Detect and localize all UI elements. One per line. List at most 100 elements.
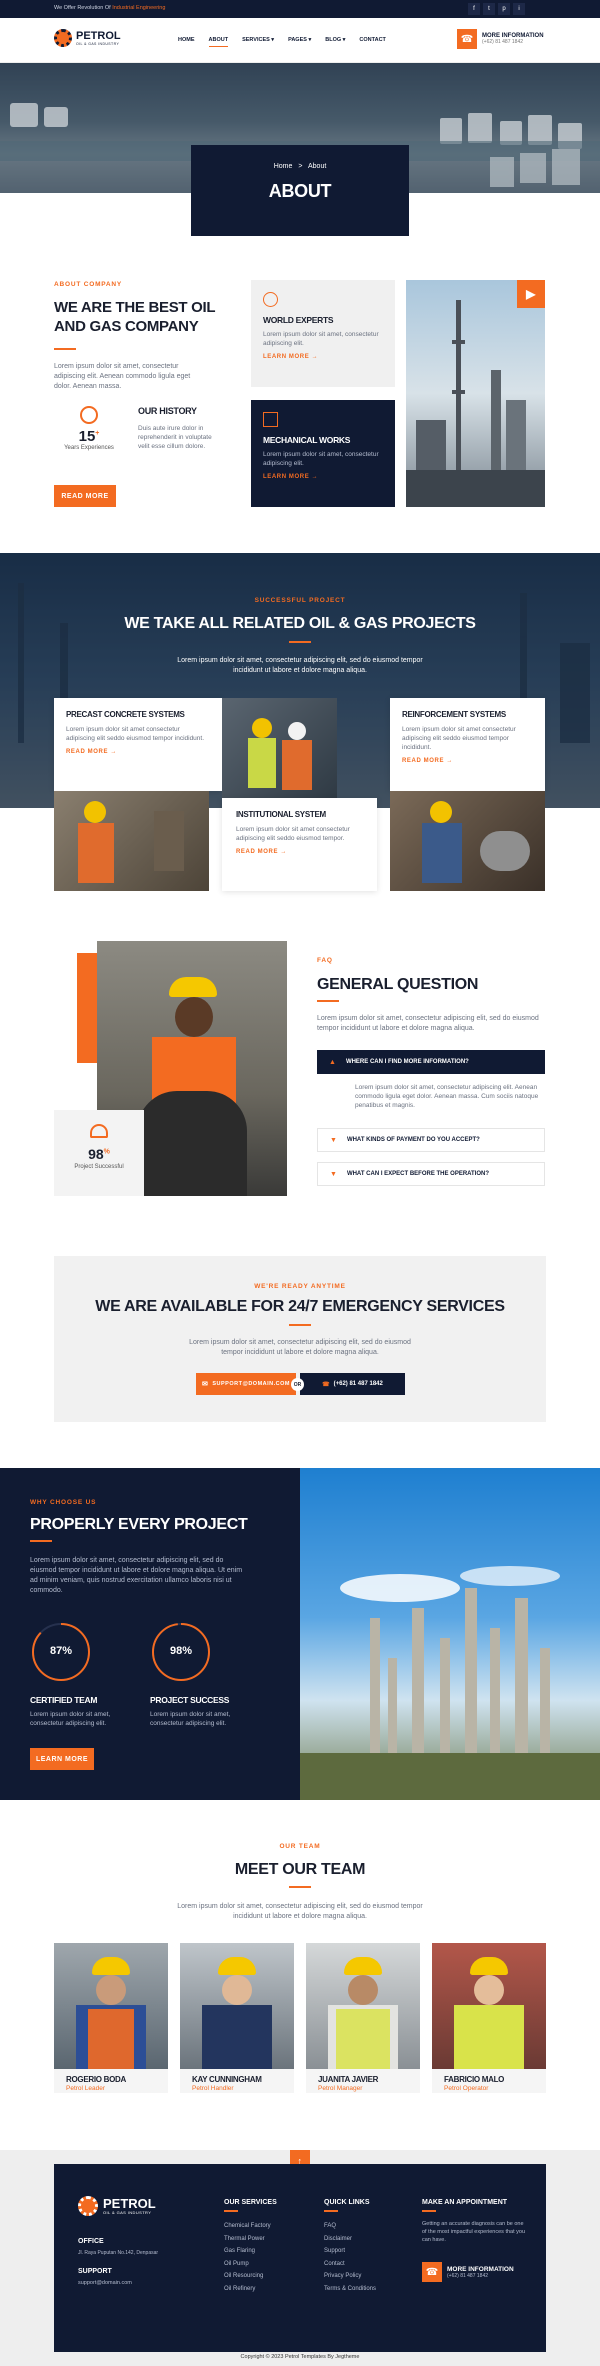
nav-blog[interactable]: BLOG ▾: [325, 37, 345, 47]
footer-info[interactable]: ☎ MORE INFORMATION (+62) 81 487 1842: [422, 2262, 514, 2282]
project-success-title: PROJECT SUCCESS: [150, 1695, 230, 1705]
header: PETROL OIL & GAS INDUSTRY HOME ABOUT SER…: [0, 18, 600, 63]
nav-contact[interactable]: CONTACT: [359, 37, 385, 47]
member-role: Petrol Manager: [318, 2085, 363, 2092]
copyright: Copyright © 2023 Petrol Templates By Jeg…: [240, 2354, 360, 2360]
footer-appointment-text: Getting an accurate diagnosis can be one…: [422, 2221, 526, 2243]
breadcrumb-home[interactable]: Home: [274, 163, 293, 170]
helmet-icon: [90, 1124, 108, 1138]
about-read-more-button[interactable]: READ MORE: [54, 485, 116, 507]
nav-about[interactable]: ABOUT: [208, 37, 229, 47]
faq-text: Lorem ipsum dolor sit amet, consectetur …: [317, 1015, 539, 1032]
footer-quick-link[interactable]: Disclaimer: [324, 2233, 376, 2246]
precast-read-more[interactable]: READ MORE →: [66, 749, 210, 755]
about-tag: ABOUT COMPANY: [54, 281, 123, 288]
footer-support-email[interactable]: support@domain.com: [78, 2280, 132, 2286]
welcome-text: We Offer Revolution Of Industrial Engine…: [54, 5, 166, 11]
top-bar: We Offer Revolution Of Industrial Engine…: [0, 0, 600, 18]
globe-icon: [263, 292, 278, 307]
team-title: MEET OUR TEAM: [234, 1861, 366, 1878]
header-info[interactable]: ☎ MORE INFORMATION (+62) 81 487 1842: [457, 29, 544, 49]
about-title: WE ARE THE BEST OIL AND GAS COMPANY: [54, 299, 215, 335]
history-title: OUR HISTORY: [138, 406, 197, 416]
phone-button[interactable]: ☎ (+62) 81 487 1842: [300, 1373, 405, 1395]
why-learn-more-button[interactable]: LEARN MORE: [30, 1748, 94, 1770]
phone-icon: ☎: [322, 1381, 330, 1388]
twitter-icon[interactable]: t: [483, 3, 495, 15]
member-role: Petrol Operator: [444, 2085, 489, 2092]
member-role: Petrol Handler: [192, 2085, 234, 2092]
phone-icon: ☎: [457, 29, 477, 49]
faq-question-1[interactable]: ▲ WHERE CAN I FIND MORE INFORMATION?: [317, 1050, 545, 1074]
mechanical-works-card: MECHANICAL WORKS Lorem ipsum dolor sit a…: [251, 400, 395, 507]
footer-service-link[interactable]: Chemical Factory: [224, 2220, 271, 2233]
certified-team-text: Lorem ipsum dolor sit amet, consectetur …: [30, 1711, 111, 1727]
logo[interactable]: PETROL OIL & GAS INDUSTRY: [54, 29, 121, 47]
footer-service-link[interactable]: Gas Flaring: [224, 2245, 271, 2258]
footer: PETROL OIL & GAS INDUSTRY OFFICE Jl. Ray…: [54, 2164, 546, 2352]
faq-title: GENERAL QUESTION: [317, 976, 479, 993]
team-member-card[interactable]: ROGERIO BODA Petrol Leader: [54, 1943, 168, 2093]
faq-tag: FAQ: [317, 957, 333, 964]
mail-icon: ✉: [202, 1381, 209, 1388]
faq-question-2[interactable]: ▼ WHAT KINDS OF PAYMENT DO YOU ACCEPT?: [317, 1128, 545, 1152]
gear-logo-icon: [78, 2196, 98, 2216]
project-success-text: Lorem ipsum dolor sit amet, consectetur …: [150, 1711, 231, 1727]
footer-links-list: FAQ Disclaimer Support Contact Privacy P…: [324, 2220, 376, 2295]
phone-icon: ☎: [422, 2262, 442, 2282]
nav-pages[interactable]: PAGES ▾: [288, 37, 311, 47]
project-card-precast: PRECAST CONCRETE SYSTEMS Lorem ipsum dol…: [54, 698, 222, 791]
institutional-read-more[interactable]: READ MORE →: [236, 849, 365, 855]
faq-orange-accent: [77, 953, 97, 1063]
about-image: ▶: [406, 280, 545, 507]
footer-service-link[interactable]: Oil Resourcing: [224, 2270, 271, 2283]
footer-quick-link[interactable]: Support: [324, 2245, 376, 2258]
why-text: Lorem ipsum dolor sit amet, consectetur …: [30, 1557, 243, 1594]
world-experts-link[interactable]: LEARN MORE →: [263, 354, 383, 360]
reinforcement-read-more[interactable]: READ MORE →: [402, 758, 533, 764]
footer-office-text: Jl. Raya Puputan No.142, Denpasar: [78, 2250, 159, 2256]
nav-home[interactable]: HOME: [178, 37, 195, 47]
project-stat-card: 98% Project Successful: [54, 1110, 144, 1196]
footer-service-link[interactable]: Oil Pump: [224, 2258, 271, 2271]
team-text: Lorem ipsum dolor sit amet, consectetur …: [177, 1903, 423, 1920]
team-member-card[interactable]: KAY CUNNINGHAM Petrol Handler: [180, 1943, 294, 2093]
why-image: [300, 1468, 600, 1800]
mechanical-works-link[interactable]: LEARN MORE →: [263, 474, 383, 480]
footer-support-title: SUPPORT: [78, 2268, 112, 2275]
experience-block: 15+ Years Experiences: [54, 406, 124, 451]
footer-service-link[interactable]: Thermal Power: [224, 2233, 271, 2246]
footer-links-title: QUICK LINKS: [324, 2199, 370, 2206]
footer-quick-link[interactable]: Privacy Policy: [324, 2270, 376, 2283]
email-button[interactable]: ✉ SUPPORT@DOMAIN.COM: [196, 1373, 296, 1395]
certified-team-circle: 87%: [30, 1621, 92, 1683]
footer-quick-link[interactable]: Terms & Conditions: [324, 2283, 376, 2296]
breadcrumb: Home > About: [273, 163, 327, 170]
footer-logo[interactable]: PETROL OIL & GAS INDUSTRY: [78, 2196, 156, 2216]
footer-quick-link[interactable]: FAQ: [324, 2220, 376, 2233]
nav-services[interactable]: SERVICES ▾: [242, 37, 274, 47]
project-card-institutional: INSTITUTIONAL SYSTEM Lorem ipsum dolor s…: [222, 798, 377, 891]
emergency-tag: WE'RE READY ANYTIME: [254, 1283, 346, 1290]
emergency-section: WE'RE READY ANYTIME WE ARE AVAILABLE FOR…: [54, 1256, 546, 1422]
pinterest-icon[interactable]: p: [498, 3, 510, 15]
team-photo: [432, 1943, 546, 2069]
project-image-worker-3: [390, 791, 545, 891]
chevron-up-icon: ▲: [329, 1058, 336, 1066]
team-member-card[interactable]: JUANITA JAVIER Petrol Manager: [306, 1943, 420, 2093]
or-badge: OR: [291, 1378, 304, 1391]
world-experts-card: WORLD EXPERTS Lorem ipsum dolor sit amet…: [251, 280, 395, 387]
chevron-down-icon: ▼: [330, 1170, 337, 1178]
why-title: PROPERLY EVERY PROJECT: [30, 1516, 248, 1533]
instagram-icon[interactable]: i: [513, 3, 525, 15]
footer-services-title: OUR SERVICES: [224, 2199, 277, 2206]
certified-team-title: CERTIFIED TEAM: [30, 1695, 98, 1705]
gear-logo-icon: [54, 29, 72, 47]
faq-question-3[interactable]: ▼ WHAT CAN I EXPECT BEFORE THE OPERATION…: [317, 1162, 545, 1186]
facebook-icon[interactable]: f: [468, 3, 480, 15]
video-play-button[interactable]: ▶: [517, 280, 545, 308]
footer-service-link[interactable]: Oil Refinery: [224, 2283, 271, 2296]
footer-quick-link[interactable]: Contact: [324, 2258, 376, 2271]
team-member-card[interactable]: FABRICIO MALO Petrol Operator: [432, 1943, 546, 2093]
team-photo: [180, 1943, 294, 2069]
